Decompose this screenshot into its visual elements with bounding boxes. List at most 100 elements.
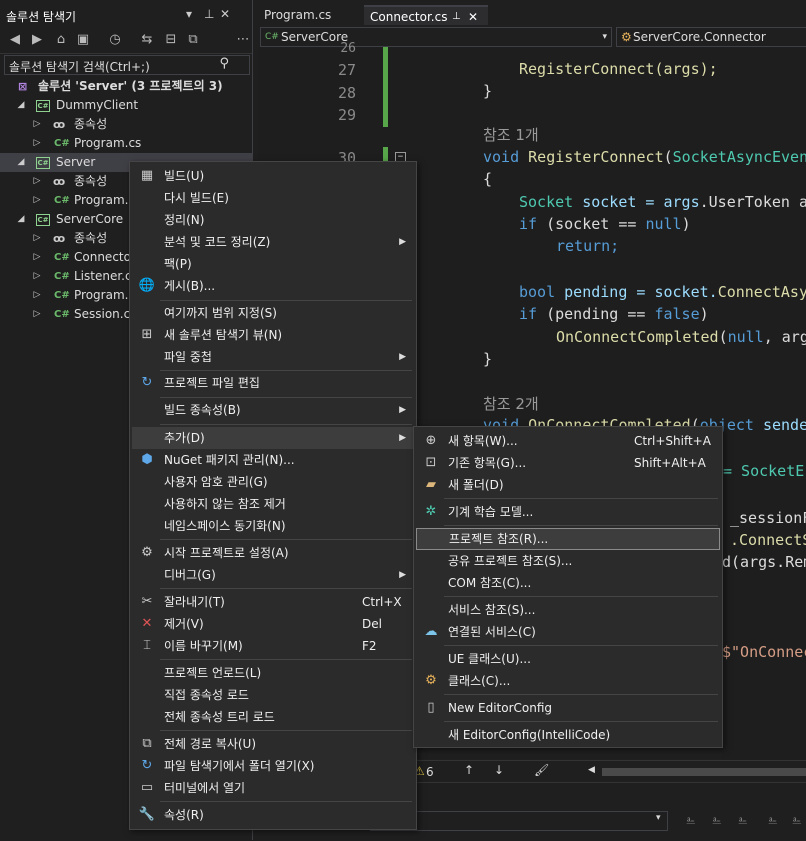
expanded-arrow-icon[interactable]: ◢: [16, 210, 26, 229]
menu-item-remove-unused[interactable]: 사용하지 않는 참조 제거: [132, 493, 414, 515]
csharp-file-icon: C#: [54, 290, 70, 301]
collapsed-arrow-icon[interactable]: ▷: [32, 229, 42, 248]
code-fragment: = SocketE: [723, 462, 805, 480]
submenu-item-new-editorconfig[interactable]: ▯ New EditorConfig: [416, 697, 720, 719]
collapsed-arrow-icon[interactable]: ▷: [32, 172, 42, 191]
clear-icon[interactable]: ⎁: [712, 813, 722, 828]
chevron-down-icon[interactable]: ▾: [186, 7, 192, 21]
reference-count[interactable]: 참조 2개: [483, 393, 539, 414]
submenu-item-existing-item[interactable]: ⊡ 기존 항목(G)... Shift+Alt+A: [416, 452, 720, 474]
submenu-item-new-folder[interactable]: ▰ 새 폴더(D): [416, 474, 720, 496]
close-icon[interactable]: ✕: [468, 7, 478, 27]
menu-item-file-nesting[interactable]: 파일 중첩 ▶: [132, 346, 414, 368]
menu-item-sync-namespaces[interactable]: 네임스페이스 동기화(N): [132, 515, 414, 537]
code-fragment: $"OnConnec: [722, 643, 806, 661]
horizontal-scrollbar[interactable]: [602, 768, 806, 776]
scroll-left-icon[interactable]: ◀: [588, 765, 595, 775]
menu-item-new-view[interactable]: ⊞ 새 솔루션 탐색기 뷰(N): [132, 324, 414, 346]
menu-item-properties[interactable]: 🔧 속성(R): [132, 804, 414, 826]
submenu-item-class[interactable]: ⚙ 클래스(C)...: [416, 670, 720, 692]
class-icon: ⚙: [425, 673, 437, 688]
collapse-all-icon[interactable]: ⊟: [162, 31, 180, 49]
menu-item-open-terminal[interactable]: ▭ 터미널에서 열기: [132, 777, 414, 799]
submenu-item-connected-service[interactable]: ☁ 연결된 서비스(C): [416, 621, 720, 643]
submenu-item-editorconfig-intellicode[interactable]: 새 EditorConfig(IntelliCode): [416, 724, 720, 746]
reference-count[interactable]: 참조 1개: [483, 124, 539, 145]
toggle-icon[interactable]: ⎁: [768, 813, 778, 828]
menu-item-copy-path[interactable]: ⧉ 전체 경로 복사(U): [132, 733, 414, 755]
submenu-item-com-reference[interactable]: COM 참조(C)...: [416, 572, 720, 594]
forward-icon[interactable]: ▶: [28, 31, 46, 49]
menu-item-analyze[interactable]: 분석 및 코드 정리(Z) ▶: [132, 231, 414, 253]
code-editor-overflow: _sessionFa .ConnectS d(args.Rem $"OnConn…: [722, 507, 806, 760]
collapsed-arrow-icon[interactable]: ▷: [32, 305, 42, 324]
submenu-item-new-item[interactable]: ⊕ 새 항목(W)... Ctrl+Shift+A: [416, 430, 720, 452]
collapsed-arrow-icon[interactable]: ▷: [32, 248, 42, 267]
submenu-item-project-reference[interactable]: 프로젝트 참조(R)...: [416, 528, 720, 550]
submenu-item-ue-class[interactable]: UE 클래스(U)...: [416, 648, 720, 670]
warning-count[interactable]: 6: [426, 765, 434, 779]
menu-item-add[interactable]: 추가(D) ▶: [132, 427, 414, 449]
menu-item-user-secrets[interactable]: 사용자 암호 관리(G): [132, 471, 414, 493]
tab-connector-cs[interactable]: Connector.cs ⊥ ✕: [364, 5, 488, 27]
build-icon: ▦: [140, 168, 154, 183]
find-icon[interactable]: ⎁: [686, 813, 696, 828]
menu-item-nuget[interactable]: ⬢ NuGet 패키지 관리(N)...: [132, 449, 414, 471]
cleanup-icon[interactable]: 🖌: [534, 763, 549, 777]
menu-item-load-direct[interactable]: 직접 종속성 로드: [132, 684, 414, 706]
submenu-item-shared-project-reference[interactable]: 공유 프로젝트 참조(S)...: [416, 550, 720, 572]
expanded-arrow-icon[interactable]: ◢: [16, 153, 26, 172]
switch-views-icon[interactable]: ▣: [74, 31, 92, 49]
menu-item-rebuild[interactable]: 다시 빌드(E): [132, 187, 414, 209]
collapsed-arrow-icon[interactable]: ▷: [32, 267, 42, 286]
class-dropdown[interactable]: ⚙ ServerCore.Connector: [616, 27, 806, 47]
menu-separator: [160, 370, 412, 371]
chevron-down-icon[interactable]: ▾: [656, 813, 661, 823]
solution-search-input[interactable]: 솔루션 탐색기 검색(Ctrl+;) ⚲: [4, 55, 250, 75]
menu-item-clean[interactable]: 정리(N): [132, 209, 414, 231]
submenu-arrow-icon: ▶: [399, 570, 406, 580]
search-icon[interactable]: ⚲: [219, 56, 229, 71]
sync-icon[interactable]: ⇆: [138, 31, 156, 49]
expanded-arrow-icon[interactable]: ◢: [16, 96, 26, 115]
collapsed-arrow-icon[interactable]: ▷: [32, 286, 42, 305]
collapsed-arrow-icon[interactable]: ▷: [32, 115, 42, 134]
home-icon[interactable]: ⌂: [52, 31, 70, 49]
menu-item-debug[interactable]: 디버그(G) ▶: [132, 564, 414, 586]
tree-solution[interactable]: ⊠ 솔루션 'Server' (3 프로젝트의 3): [0, 77, 252, 96]
arrow-down-icon[interactable]: ↓: [494, 763, 504, 777]
tree-item[interactable]: ▷ C# Program.cs: [0, 134, 252, 153]
menu-item-open-folder[interactable]: ↻ 파일 탐색기에서 폴더 열기(X): [132, 755, 414, 777]
pin-icon[interactable]: ⊥: [204, 7, 214, 21]
back-icon[interactable]: ◀: [6, 31, 24, 49]
submenu-item-service-reference[interactable]: 서비스 참조(S)...: [416, 599, 720, 621]
submenu-item-ml-model[interactable]: ✲ 기계 학습 모델...: [416, 501, 720, 523]
menu-item-unload[interactable]: 프로젝트 언로드(L): [132, 662, 414, 684]
menu-item-cut[interactable]: ✂ 잘라내기(T) Ctrl+X: [132, 591, 414, 613]
more-icon[interactable]: ⋯: [234, 31, 252, 49]
project-dropdown[interactable]: C# ServerCore ▾: [260, 27, 612, 47]
menu-item-build[interactable]: ▦ 빌드(U): [132, 165, 414, 187]
menu-item-pack[interactable]: 팩(P): [132, 253, 414, 275]
menu-item-scope[interactable]: 여기까지 범위 지정(S): [132, 302, 414, 324]
close-icon[interactable]: ✕: [220, 7, 230, 21]
tab-program-cs[interactable]: Program.cs: [258, 5, 368, 25]
menu-item-rename[interactable]: ⌶ 이름 바꾸기(M) F2: [132, 635, 414, 657]
tree-item[interactable]: ▷ ꝏ 종속성: [0, 115, 252, 134]
tree-project-dummyclient[interactable]: ◢ C# DummyClient: [0, 96, 252, 115]
history-icon[interactable]: ◷: [106, 31, 124, 49]
arrow-up-icon[interactable]: ↑: [464, 763, 474, 777]
refresh-icon: ↻: [141, 758, 153, 773]
menu-item-build-dependencies[interactable]: 빌드 종속성(B) ▶: [132, 399, 414, 421]
show-all-files-icon[interactable]: ⧉: [184, 31, 202, 49]
menu-item-set-startup[interactable]: ⚙ 시작 프로젝트로 설정(A): [132, 542, 414, 564]
collapsed-arrow-icon[interactable]: ▷: [32, 191, 42, 210]
menu-item-edit-project[interactable]: ↻ 프로젝트 파일 편집: [132, 372, 414, 394]
pin-icon[interactable]: ⊥: [452, 7, 461, 27]
menu-item-publish[interactable]: 🌐 게시(B)...: [132, 275, 414, 297]
wrap-icon[interactable]: ⎁: [738, 813, 748, 828]
menu-item-load-tree[interactable]: 전체 종속성 트리 로드: [132, 706, 414, 728]
menu-item-remove[interactable]: ✕ 제거(V) Del: [132, 613, 414, 635]
collapsed-arrow-icon[interactable]: ▷: [32, 134, 42, 153]
pin-icon[interactable]: ⎁: [792, 813, 802, 828]
